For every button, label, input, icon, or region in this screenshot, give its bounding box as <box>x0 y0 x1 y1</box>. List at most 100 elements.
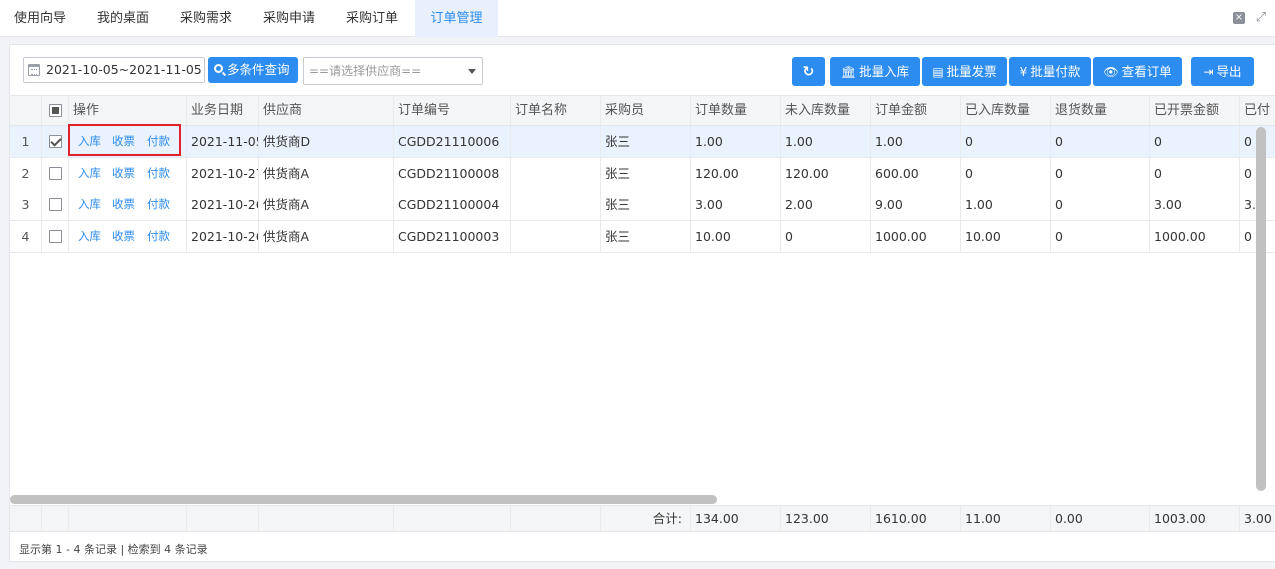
batch-payment-label: 批量付款 <box>1030 64 1081 79</box>
batch-invoice-label: 批量发票 <box>946 64 997 79</box>
row-number: 3 <box>10 189 42 220</box>
supplier-select-input[interactable] <box>304 58 464 84</box>
stock-in-link[interactable]: 入库 <box>78 189 101 220</box>
row-select[interactable] <box>42 189 69 220</box>
tab-order-management[interactable]: 订单管理 <box>415 0 498 37</box>
tab-purchase-demand[interactable]: 采购需求 <box>165 0 247 37</box>
summary-return-qty: 0.00 <box>1051 506 1150 531</box>
cell-qty: 10.00 <box>691 221 781 252</box>
cell-date: 2021-11-05 <box>187 126 259 157</box>
bank-icon: 🏛 <box>840 65 857 79</box>
cell-order-no: CGDD21100008 <box>394 158 511 189</box>
header-return-qty[interactable]: 退货数量 <box>1051 96 1150 125</box>
header-supplier[interactable]: 供应商 <box>259 96 394 125</box>
header-date[interactable]: 业务日期 <box>187 96 259 125</box>
summary-row: 合计: 134.00 123.00 1610.00 11.00 0.00 100… <box>10 505 1275 532</box>
query-button-label: 多条件查询 <box>227 62 290 77</box>
receive-invoice-link[interactable]: 收票 <box>112 189 135 220</box>
header-order-name[interactable]: 订单名称 <box>511 96 601 125</box>
chevron-down-icon <box>468 69 476 74</box>
calendar-icon <box>28 64 40 76</box>
cell-supplier: 供货商A <box>259 158 394 189</box>
header-in-qty[interactable]: 已入库数量 <box>961 96 1051 125</box>
cell-return-qty: 0 <box>1051 126 1150 157</box>
tab-purchase-request[interactable]: 采购申请 <box>248 0 330 37</box>
supplier-select[interactable] <box>303 57 483 85</box>
vertical-scrollbar[interactable] <box>1256 127 1266 491</box>
row-number: 4 <box>10 221 42 252</box>
cell-supplier: 供货商D <box>259 126 394 157</box>
table-row[interactable]: 4 入库 收票 付款 2021-10-26 供货商A CGDD21100003 … <box>10 221 1275 253</box>
summary-blank <box>394 506 511 531</box>
row-actions: 入库 收票 付款 <box>69 189 187 220</box>
cell-in-qty: 10.00 <box>961 221 1051 252</box>
row-select[interactable] <box>42 126 69 157</box>
row-select[interactable] <box>42 158 69 189</box>
horizontal-scrollbar[interactable] <box>10 495 717 504</box>
header-action: 操作 <box>69 96 187 125</box>
view-order-label: 查看订单 <box>1121 64 1172 79</box>
cell-invoiced: 0 <box>1150 126 1240 157</box>
batch-in-stock-button[interactable]: 🏛 批量入库 <box>830 57 920 86</box>
cell-order-name <box>511 189 601 220</box>
cell-in-qty: 0 <box>961 126 1051 157</box>
summary-not-in-qty: 123.00 <box>781 506 871 531</box>
header-qty[interactable]: 订单数量 <box>691 96 781 125</box>
cell-date: 2021-10-26 <box>187 221 259 252</box>
cell-qty: 1.00 <box>691 126 781 157</box>
table-row[interactable]: 1 入库 收票 付款 2021-11-05 供货商D CGDD21110006 … <box>10 126 1275 158</box>
row-actions: 入库 收票 付款 <box>69 158 187 189</box>
header-invoiced[interactable]: 已开票金额 <box>1150 96 1240 125</box>
batch-payment-button[interactable]: ¥ 批量付款 <box>1009 57 1091 86</box>
row-checkbox[interactable] <box>49 167 62 180</box>
header-select-all[interactable] <box>42 96 69 125</box>
tab-guide[interactable]: 使用向导 <box>0 0 80 37</box>
stock-in-link[interactable]: 入库 <box>78 126 101 157</box>
tab-my-desktop[interactable]: 我的桌面 <box>82 0 164 37</box>
header-order-no[interactable]: 订单编号 <box>394 96 511 125</box>
receive-invoice-link[interactable]: 收票 <box>112 158 135 189</box>
batch-invoice-button[interactable]: ▤ 批量发票 <box>922 57 1007 86</box>
header-buyer[interactable]: 采购员 <box>601 96 691 125</box>
table-row[interactable]: 2 入库 收票 付款 2021-10-27 供货商A CGDD21100008 … <box>10 158 1275 190</box>
summary-invoiced: 1003.00 <box>1150 506 1240 531</box>
payment-link[interactable]: 付款 <box>147 189 170 220</box>
multi-condition-query-button[interactable]: 多条件查询 <box>208 57 298 83</box>
payment-link[interactable]: 付款 <box>147 221 170 252</box>
row-checkbox[interactable] <box>49 198 62 211</box>
receive-invoice-link[interactable]: 收票 <box>112 126 135 157</box>
fullscreen-icon[interactable]: ⤢ <box>1255 11 1267 24</box>
row-select[interactable] <box>42 221 69 252</box>
refresh-icon: ↻ <box>802 64 815 80</box>
refresh-button[interactable]: ↻ <box>792 57 825 86</box>
payment-link[interactable]: 付款 <box>147 158 170 189</box>
header-row-number <box>10 96 42 125</box>
date-range-picker[interactable]: 2021-10-05~2021-11-05 <box>23 57 205 83</box>
cell-buyer: 张三 <box>601 158 691 189</box>
table-row[interactable]: 3 入库 收票 付款 2021-10-26 供货商A CGDD21100004 … <box>10 189 1275 221</box>
row-actions: 入库 收票 付款 <box>69 126 187 157</box>
summary-blank <box>69 506 187 531</box>
summary-blank <box>511 506 601 531</box>
select-all-checkbox[interactable] <box>49 104 62 117</box>
header-not-in-qty[interactable]: 未入库数量 <box>781 96 871 125</box>
summary-blank <box>187 506 259 531</box>
summary-amount: 1610.00 <box>871 506 961 531</box>
row-checkbox[interactable] <box>49 230 62 243</box>
tab-purchase-order[interactable]: 采购订单 <box>331 0 413 37</box>
view-order-button[interactable]: 👁 查看订单 <box>1093 57 1182 86</box>
export-button[interactable]: ⇥ 导出 <box>1191 57 1254 86</box>
header-paid[interactable]: 已付 <box>1240 96 1275 125</box>
stock-in-link[interactable]: 入库 <box>78 221 101 252</box>
cell-date: 2021-10-27 <box>187 158 259 189</box>
stock-in-link[interactable]: 入库 <box>78 158 101 189</box>
tab-bar: 使用向导 我的桌面 采购需求 采购申请 采购订单 订单管理 × ⤢ <box>0 0 1275 37</box>
receive-invoice-link[interactable]: 收票 <box>112 221 135 252</box>
payment-link[interactable]: 付款 <box>147 126 170 157</box>
cell-not-in-qty: 0 <box>781 221 871 252</box>
header-amount[interactable]: 订单金额 <box>871 96 961 125</box>
close-tab-icon[interactable]: × <box>1233 12 1245 24</box>
cell-order-name <box>511 221 601 252</box>
row-checkbox[interactable] <box>49 135 62 148</box>
summary-qty: 134.00 <box>691 506 781 531</box>
